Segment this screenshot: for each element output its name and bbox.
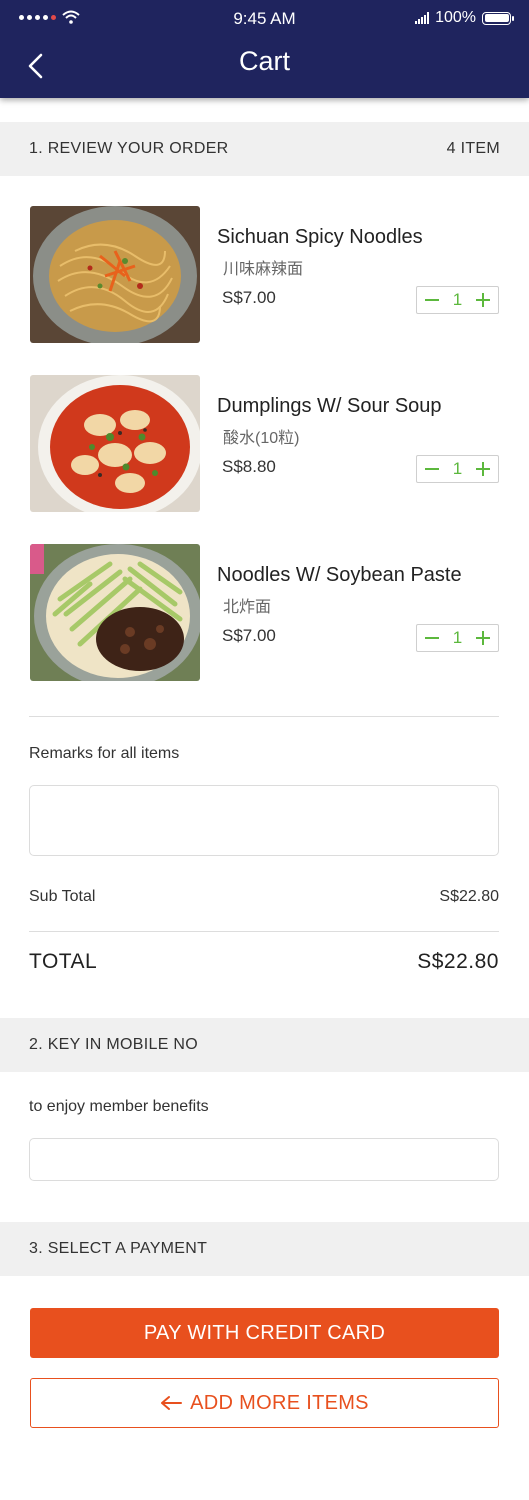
quantity-stepper: 1: [416, 286, 499, 314]
page-title: Cart: [238, 46, 290, 76]
item-price: S$7.00: [222, 626, 276, 645]
arrow-left-icon: [161, 1396, 183, 1410]
item-chinese-name: 酸水(10粒): [223, 430, 300, 447]
total-row: TOTAL S$22.80: [29, 950, 499, 974]
divider: [29, 931, 499, 932]
divider: [29, 716, 499, 717]
minus-icon[interactable]: [425, 631, 439, 645]
quantity-stepper: 1: [416, 455, 499, 483]
item-chinese-name: 北炸面: [223, 599, 272, 616]
item-price: S$7.00: [222, 288, 276, 307]
cart-item: Dumplings W/ Sour Soup 酸水(10粒) S$8.80 1: [30, 375, 499, 512]
subtotal-value: S$22.80: [439, 888, 499, 905]
cart-item: Sichuan Spicy Noodles 川味麻辣面 S$7.00 1: [30, 206, 499, 343]
battery-icon: [482, 11, 514, 25]
status-right: 100%: [415, 9, 514, 27]
quantity-value: 1: [452, 290, 463, 309]
minus-icon[interactable]: [425, 462, 439, 476]
item-name: Dumplings W/ Sour Soup: [217, 395, 442, 417]
battery-percent: 100%: [435, 9, 476, 26]
review-order-section-header: 1. REVIEW YOUR ORDER 4 ITEM: [0, 122, 529, 176]
mobile-section-header: 2. KEY IN MOBILE NO: [0, 1018, 529, 1072]
item-count: 4 ITEM: [446, 140, 500, 157]
item-image: [30, 544, 200, 681]
item-image: [30, 375, 200, 512]
mobile-label: to enjoy member benefits: [29, 1098, 209, 1115]
add-more-items-button[interactable]: ADD MORE ITEMS: [30, 1378, 499, 1428]
quantity-value: 1: [452, 459, 463, 478]
status-bar: 9:45 AM 100%: [0, 0, 529, 38]
quantity-stepper: 1: [416, 624, 499, 652]
pay-with-credit-card-button[interactable]: PAY WITH CREDIT CARD: [30, 1308, 499, 1358]
total-label: TOTAL: [29, 950, 98, 973]
remarks-label: Remarks for all items: [29, 745, 180, 762]
remarks-input[interactable]: [29, 785, 499, 856]
subtotal-label: Sub Total: [29, 888, 96, 905]
item-name: Noodles W/ Soybean Paste: [217, 564, 462, 586]
section-title: 3. SELECT A PAYMENT: [29, 1240, 208, 1257]
mobile-number-input[interactable]: [29, 1138, 499, 1181]
plus-icon[interactable]: [476, 631, 490, 645]
cellular-icon: [415, 12, 430, 24]
item-chinese-name: 川味麻辣面: [223, 261, 304, 278]
app-header: 9:45 AM 100% Cart: [0, 0, 529, 98]
minus-icon[interactable]: [425, 293, 439, 307]
add-more-label: ADD MORE ITEMS: [190, 1391, 369, 1414]
quantity-value: 1: [452, 628, 463, 647]
subtotal-row: Sub Total S$22.80: [29, 888, 499, 906]
section-title: 1. REVIEW YOUR ORDER: [29, 140, 229, 157]
plus-icon[interactable]: [476, 293, 490, 307]
plus-icon[interactable]: [476, 462, 490, 476]
total-value: S$22.80: [417, 950, 499, 973]
section-title: 2. KEY IN MOBILE NO: [29, 1036, 199, 1053]
item-price: S$8.80: [222, 457, 276, 476]
cart-item: Noodles W/ Soybean Paste 北炸面 S$7.00 1: [30, 544, 499, 681]
item-image: [30, 206, 200, 343]
item-name: Sichuan Spicy Noodles: [217, 226, 423, 248]
pay-button-label: PAY WITH CREDIT CARD: [143, 1321, 386, 1344]
payment-section-header: 3. SELECT A PAYMENT: [0, 1222, 529, 1276]
